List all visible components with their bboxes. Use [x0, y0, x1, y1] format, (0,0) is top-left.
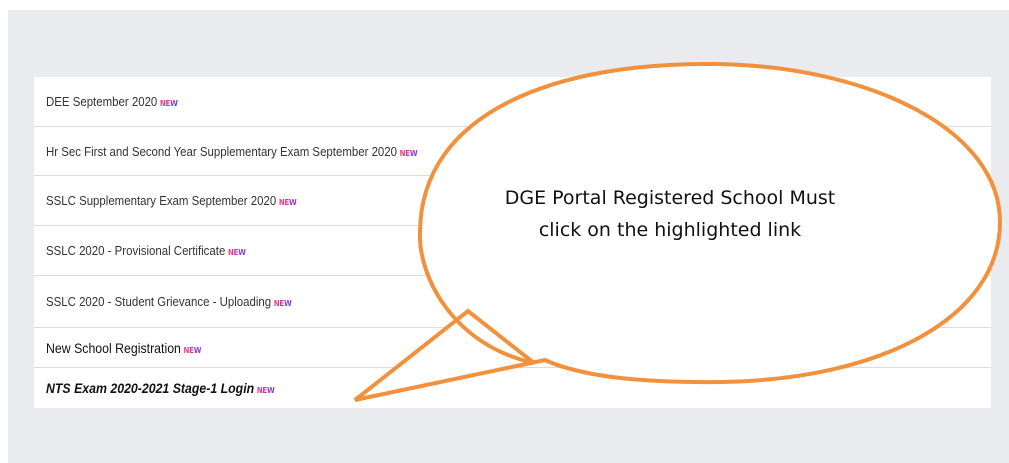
link-nts-exam-login[interactable]: NTS Exam 2020-2021 Stage-1 Login NEW [34, 367, 991, 408]
link-sslc-student-grievance[interactable]: SSLC 2020 - Student Grievance - Uploadin… [34, 275, 991, 327]
link-new-school-registration[interactable]: New School Registration NEW [34, 327, 991, 367]
new-badge: NEW [227, 248, 246, 257]
new-badge: NEW [399, 148, 418, 158]
new-badge: NEW [256, 386, 275, 395]
link-label: Hr Sec First and Second Year Supplementa… [46, 143, 418, 159]
new-badge: NEW [159, 99, 178, 108]
link-label: SSLC Supplementary Exam September 2020 NE… [46, 193, 297, 208]
link-label: SSLC 2020 - Provisional Certificate NEW [46, 243, 246, 258]
link-label: SSLC 2020 - Student Grievance - Uploadin… [46, 294, 292, 309]
link-label: DEE September 2020 NEW [46, 94, 178, 109]
callout-line-2: click on the highlighted link [538, 219, 802, 241]
new-badge: NEW [278, 198, 297, 207]
new-badge: NEW [273, 299, 292, 308]
link-label: NTS Exam 2020-2021 Stage-1 Login NEW [46, 380, 275, 396]
link-hr-sec-supplementary[interactable]: Hr Sec First and Second Year Supplementa… [34, 126, 991, 175]
link-dee-september-2020[interactable]: DEE September 2020 NEW [34, 77, 991, 126]
callout-text: DGE Portal Registered School Must click … [470, 182, 870, 246]
link-label: New School Registration NEW [46, 339, 202, 356]
callout-line-1: DGE Portal Registered School Must [504, 187, 836, 209]
new-badge: NEW [183, 345, 202, 355]
